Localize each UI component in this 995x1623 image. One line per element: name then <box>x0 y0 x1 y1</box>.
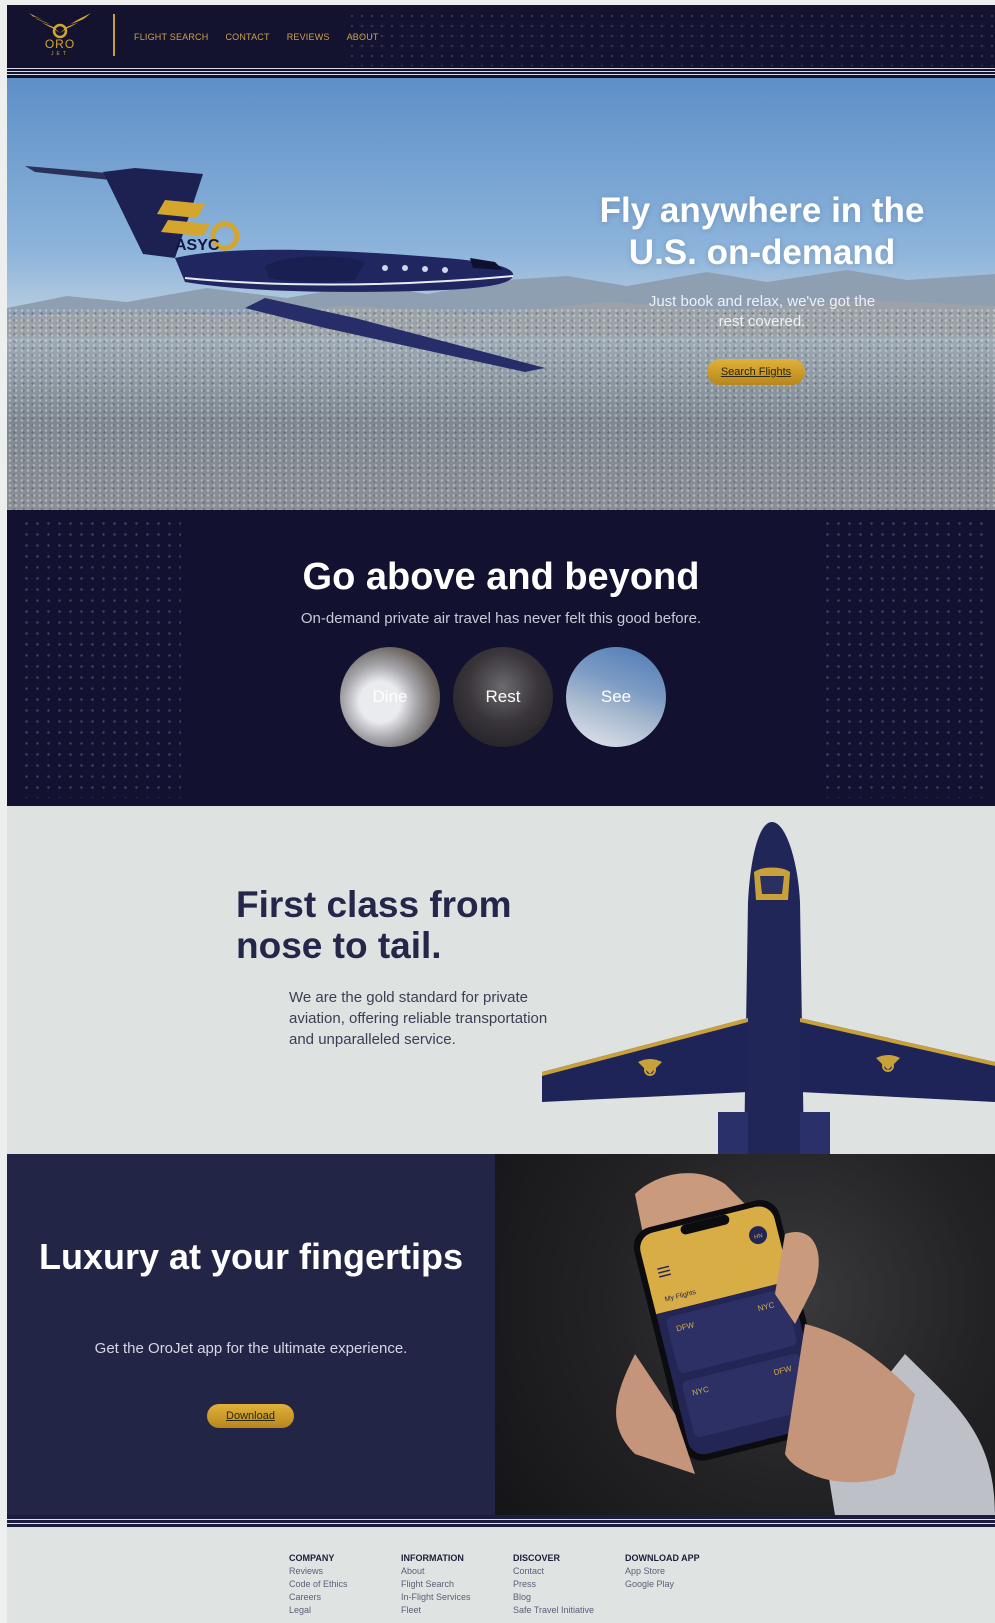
footer-link[interactable]: Legal <box>289 1604 401 1617</box>
footer-link-app-store[interactable]: App Store <box>625 1565 737 1578</box>
phone-in-hand-image: HN My Flights DFW NYC NYC DFW <box>495 1154 995 1515</box>
footer-col-download-app: DOWNLOAD APP App Store Google Play <box>625 1553 737 1617</box>
above-title: Go above and beyond <box>302 556 700 598</box>
footer-heading: DISCOVER <box>513 1553 561 1563</box>
nav-links: FLIGHT SEARCH CONTACT REVIEWS ABOUT <box>134 32 379 42</box>
first-class-text: We are the gold standard for private avi… <box>289 989 548 1048</box>
footer-link[interactable]: Fleet <box>401 1604 513 1617</box>
oro-jet-logo[interactable]: ORO JET <box>27 11 93 67</box>
nav-pattern <box>347 11 995 67</box>
hero-title: Fly anywhere in the U.S. on-demand <box>599 191 925 272</box>
circle-dine[interactable]: Dine <box>340 647 440 747</box>
wings-logo-icon <box>29 13 91 39</box>
circle-label-dine: Dine <box>372 687 408 706</box>
footer-col-information: INFORMATION About Flight Search In-Fligh… <box>401 1553 513 1617</box>
tail-registration: ASYC <box>175 237 220 254</box>
nav-stripes <box>7 66 995 78</box>
above-section: Go above and beyond On-demand private ai… <box>7 510 995 806</box>
footer-heading: COMPANY <box>289 1553 335 1563</box>
footer-link[interactable]: Code of Ethics <box>289 1578 401 1591</box>
nav-link-flight-search[interactable]: FLIGHT SEARCH <box>134 32 208 42</box>
footer-link-google-play[interactable]: Google Play <box>625 1578 737 1591</box>
footer-link[interactable]: Careers <box>289 1591 401 1604</box>
footer-col-discover: DISCOVER Contact Press Blog Safe Travel … <box>513 1553 625 1617</box>
app-promo-panel: Luxury at your fingertips Get the OroJet… <box>7 1154 495 1515</box>
footer-link[interactable]: Safe Travel Initiative <box>513 1604 625 1617</box>
nav-link-contact[interactable]: CONTACT <box>225 32 269 42</box>
download-button[interactable]: Download <box>207 1404 294 1428</box>
app-section: Luxury at your fingertips Get the OroJet… <box>7 1154 995 1515</box>
nav-link-about[interactable]: ABOUT <box>347 32 379 42</box>
footer-col-company: COMPANY Reviews Code of Ethics Careers L… <box>289 1553 401 1617</box>
footer-link[interactable]: Reviews <box>289 1565 401 1578</box>
circle-rest[interactable]: Rest <box>453 647 553 747</box>
top-nav: ORO JET FLIGHT SEARCH CONTACT REVIEWS AB… <box>7 5 995 78</box>
circle-see[interactable]: See <box>566 647 666 747</box>
footer-link[interactable]: Blog <box>513 1591 625 1604</box>
footer-heading: DOWNLOAD APP <box>625 1553 700 1563</box>
app-title: Luxury at your fingertips <box>38 1236 464 1277</box>
footer: COMPANY Reviews Code of Ethics Careers L… <box>7 1529 995 1623</box>
phone-mockup: HN My Flights DFW NYC NYC DFW <box>616 1173 995 1515</box>
logo-subtext: JET <box>51 51 69 57</box>
footer-link[interactable]: Contact <box>513 1565 625 1578</box>
above-subtitle: On-demand private air travel has never f… <box>300 610 702 627</box>
nav-divider <box>113 14 115 56</box>
first-class-title: First class from nose to tail. <box>236 884 512 966</box>
footer-columns: COMPANY Reviews Code of Ethics Careers L… <box>289 1553 737 1617</box>
footer-heading: INFORMATION <box>401 1553 464 1563</box>
hero-section: ASYC Fly anywhere in the U.S. on-demand … <box>7 78 995 510</box>
private-jet-image: ASYC <box>25 166 545 372</box>
footer-link[interactable]: Flight Search <box>401 1578 513 1591</box>
feature-circles: Dine Rest See <box>340 647 666 747</box>
hero-subtitle: Just book and relax, we've got the rest … <box>648 293 876 330</box>
footer-stripes <box>7 1515 995 1529</box>
logo-text: ORO <box>44 37 76 51</box>
footer-link[interactable]: In-Flight Services <box>401 1591 513 1604</box>
first-class-section: First class from nose to tail. We are th… <box>7 806 995 1154</box>
nav-link-reviews[interactable]: REVIEWS <box>287 32 330 42</box>
circle-label-see: See <box>600 687 632 706</box>
search-flights-button[interactable]: Search Flights <box>707 359 805 385</box>
footer-link[interactable]: Press <box>513 1578 625 1591</box>
jet-top-view-image <box>542 822 995 1154</box>
footer-link[interactable]: About <box>401 1565 513 1578</box>
page: ORO JET FLIGHT SEARCH CONTACT REVIEWS AB… <box>7 5 995 1623</box>
app-text: Get the OroJet app for the ultimate expe… <box>94 1340 408 1357</box>
circle-label-rest: Rest <box>485 687 521 706</box>
